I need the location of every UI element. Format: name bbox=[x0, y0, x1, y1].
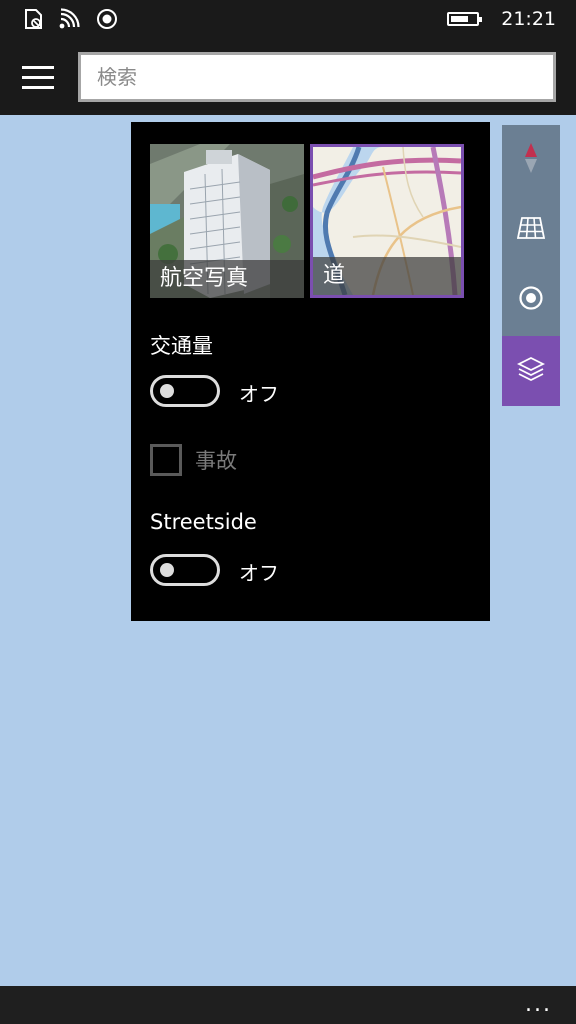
clock: 21:21 bbox=[501, 8, 556, 30]
traffic-toggle-state: オフ bbox=[239, 382, 279, 406]
status-bar: 21:21 bbox=[0, 0, 576, 40]
3d-grid-icon bbox=[516, 217, 546, 243]
wifi-icon bbox=[58, 8, 82, 30]
map-layers-panel: 航空写真 道 交通量 オフ 事故 Streetside オフ bbox=[131, 122, 490, 621]
traffic-title: 交通量 bbox=[150, 334, 213, 358]
3d-grid-button[interactable] bbox=[502, 195, 560, 265]
more-options-button[interactable]: ... bbox=[525, 992, 552, 1017]
road-view-tile[interactable]: 道 bbox=[310, 144, 464, 298]
streetside-toggle-knob bbox=[160, 563, 174, 577]
aerial-tile-label: 航空写真 bbox=[150, 260, 304, 298]
map-controls-rail bbox=[502, 125, 560, 406]
battery-icon bbox=[447, 12, 483, 26]
status-icons bbox=[24, 8, 118, 30]
sim-icon bbox=[24, 8, 44, 30]
traffic-toggle[interactable] bbox=[150, 375, 220, 407]
traffic-toggle-knob bbox=[160, 384, 174, 398]
streetside-title: Streetside bbox=[150, 510, 257, 534]
compass-button[interactable] bbox=[502, 125, 560, 195]
bottom-app-bar: ... bbox=[0, 986, 576, 1024]
accidents-checkbox[interactable] bbox=[150, 444, 182, 476]
battery-level bbox=[451, 16, 469, 22]
search-input[interactable] bbox=[78, 52, 556, 102]
layers-icon bbox=[516, 356, 546, 386]
my-location-button[interactable] bbox=[502, 265, 560, 335]
streetside-toggle[interactable] bbox=[150, 554, 220, 586]
road-tile-label: 道 bbox=[313, 257, 461, 295]
app-bar bbox=[0, 40, 576, 115]
accidents-label: 事故 bbox=[195, 449, 237, 473]
hamburger-menu-icon[interactable] bbox=[22, 66, 56, 90]
streetside-toggle-state: オフ bbox=[239, 561, 279, 585]
aerial-view-tile[interactable]: 航空写真 bbox=[150, 144, 304, 298]
location-icon bbox=[96, 8, 118, 30]
my-location-icon bbox=[518, 285, 544, 315]
compass-icon bbox=[524, 143, 538, 177]
layers-button[interactable] bbox=[502, 336, 560, 406]
